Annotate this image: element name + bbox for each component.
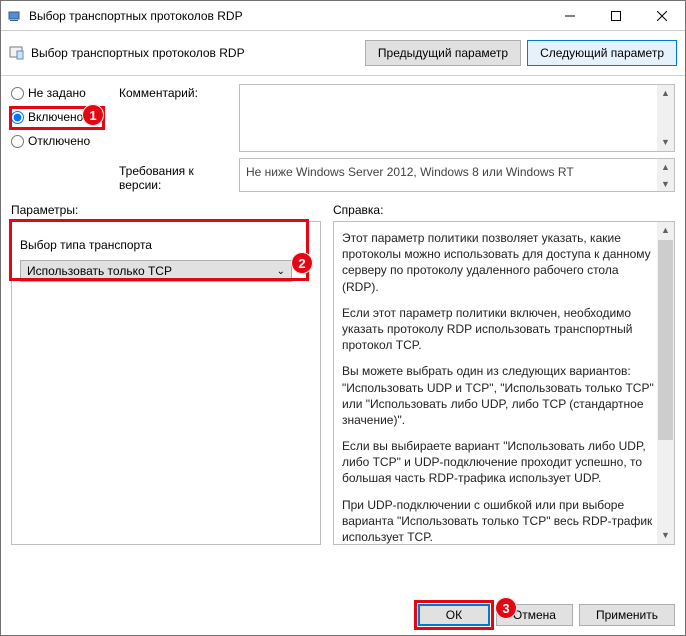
apply-button[interactable]: Применить (579, 604, 675, 626)
radio-disabled-input[interactable] (11, 135, 24, 148)
scroll-down-icon[interactable]: ▼ (661, 134, 670, 151)
scroll-up-icon[interactable]: ▲ (661, 222, 670, 239)
ok-button[interactable]: ОК (418, 604, 490, 626)
previous-setting-button[interactable]: Предыдущий параметр (365, 40, 521, 66)
scroll-up-icon[interactable]: ▲ (661, 159, 670, 176)
requirements-value: Не ниже Windows Server 2012, Windows 8 и… (239, 158, 675, 192)
comment-scrollbar[interactable]: ▲ ▼ (657, 85, 674, 151)
section-labels: Параметры: Справка: (1, 191, 685, 221)
help-p5: При UDP-подключении с ошибкой или при вы… (342, 497, 654, 545)
minimize-button[interactable] (547, 1, 593, 30)
chevron-down-icon: ⌄ (277, 266, 285, 277)
requirements-label: Требования к версии: (119, 158, 239, 192)
panels: Выбор типа транспорта Использовать тольк… (1, 221, 685, 553)
transport-type-label: Выбор типа транспорта (20, 238, 312, 252)
radio-not-configured-input[interactable] (11, 87, 24, 100)
help-scrollbar[interactable]: ▲ ▼ (657, 222, 674, 544)
radio-not-configured-label: Не задано (28, 86, 86, 100)
close-button[interactable] (639, 1, 685, 30)
dialog-window: Выбор транспортных протоколов RDP Выбор … (0, 0, 686, 636)
annotation-marker-3: 3 (495, 597, 517, 619)
annotation-marker-2: 2 (291, 252, 313, 274)
help-label: Справка: (333, 203, 675, 217)
scrollbar-thumb[interactable] (658, 240, 673, 440)
help-p2: Если этот параметр политики включен, нео… (342, 305, 654, 354)
scroll-down-icon[interactable]: ▼ (661, 527, 670, 544)
transport-type-dropdown[interactable]: Использовать только TCP ⌄ (20, 260, 292, 282)
next-setting-button[interactable]: Следующий параметр (527, 40, 677, 66)
header-title: Выбор транспортных протоколов RDP (31, 46, 359, 60)
comment-label: Комментарий: (119, 84, 239, 152)
maximize-button[interactable] (593, 1, 639, 30)
requirements-scrollbar[interactable]: ▲ ▼ (657, 159, 674, 191)
radio-disabled[interactable]: Отключено (11, 134, 119, 148)
scroll-down-icon[interactable]: ▼ (661, 176, 670, 193)
options-panel: Выбор типа транспорта Использовать тольк… (11, 221, 321, 545)
titlebar: Выбор транспортных протоколов RDP (1, 1, 685, 31)
comment-textarea[interactable]: ▲ ▼ (239, 84, 675, 152)
scroll-up-icon[interactable]: ▲ (661, 85, 670, 102)
radio-not-configured[interactable]: Не задано (11, 86, 119, 100)
app-icon (7, 8, 23, 24)
params-label: Параметры: (11, 203, 333, 217)
footer: ОК Отмена Применить (1, 595, 685, 635)
help-panel: Этот параметр политики позволяет указать… (333, 221, 675, 545)
state-radios: Не задано Включено Отключено (11, 84, 119, 158)
requirements-text: Не ниже Windows Server 2012, Windows 8 и… (246, 165, 574, 179)
radio-enabled-input[interactable] (11, 111, 24, 124)
header: Выбор транспортных протоколов RDP Предыд… (1, 31, 685, 76)
titlebar-title: Выбор транспортных протоколов RDP (29, 9, 547, 23)
transport-selected-value: Использовать только TCP (27, 264, 172, 278)
policy-icon (9, 45, 25, 61)
help-p4: Если вы выбираете вариант "Использовать … (342, 438, 654, 487)
state-row: Не задано Включено Отключено Комментарий… (1, 76, 685, 191)
help-p1: Этот параметр политики позволяет указать… (342, 230, 654, 295)
annotation-marker-1: 1 (82, 104, 104, 126)
radio-enabled-label: Включено (28, 110, 83, 124)
help-p3: Вы можете выбрать один из следующих вари… (342, 363, 654, 428)
help-text: Этот параметр политики позволяет указать… (342, 230, 654, 545)
radio-disabled-label: Отключено (28, 134, 90, 148)
